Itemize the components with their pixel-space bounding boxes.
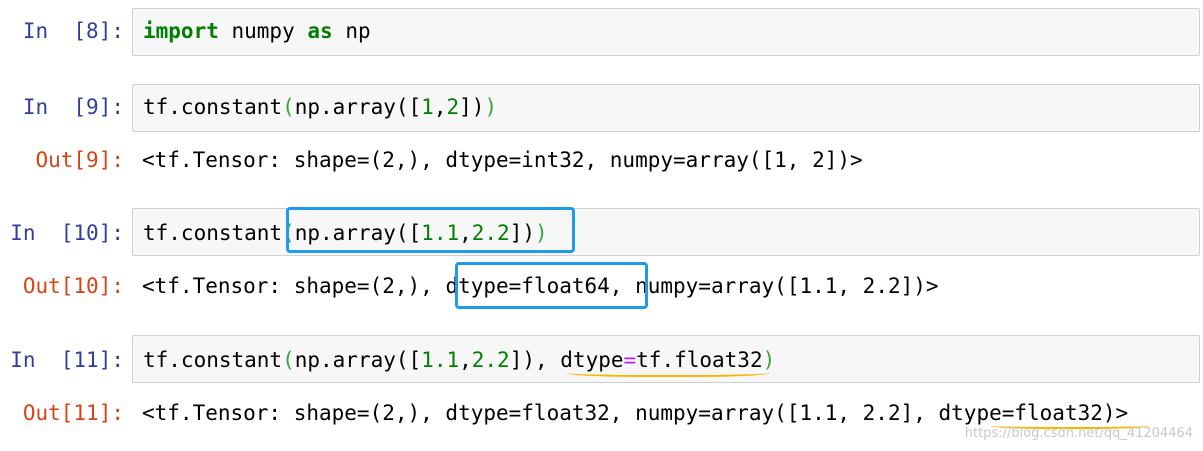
highlight-box-output [455,262,648,309]
code-line: tf.constant(np.array([1,2])) [143,95,497,119]
cell-output: <tf.Tensor: shape=(2,), dtype=int32, num… [142,148,863,172]
notebook-cell-10: In [10]: tf.constant(np.array([1.1,2.2])… [0,206,1203,316]
number: 2.2 [471,348,510,372]
paren: ( [282,348,295,372]
output-prompt: Out[9]: [35,148,124,172]
keyword-import: import [143,19,219,43]
code-text: , [459,348,472,372]
number: 1 [421,95,434,119]
code-text: ]) [459,95,485,119]
watermark: https://blog.csdn.net/qq_41204464 [964,426,1193,441]
code-text: np.array([ [294,348,422,372]
output-prompt: Out[11]: [22,401,124,425]
number: 2 [446,95,460,119]
underline-annotation [566,367,770,377]
keyword-as: as [307,19,333,43]
input-prompt: In [11]: [10,348,124,372]
code-text: tf.constant [143,95,283,119]
highlight-box-input [286,207,575,253]
code-line: import numpy as np [143,19,371,43]
code-input-area[interactable]: import numpy as np [132,8,1200,56]
code-text: numpy [218,19,308,43]
code-text: np [332,19,371,43]
code-text: , [433,95,447,119]
cell-output: <tf.Tensor: shape=(2,), dtype=float32, n… [142,401,1129,425]
input-prompt: In [10]: [10,221,124,245]
code-text: tf.constant [143,348,283,372]
code-text: tf.constant [143,221,283,245]
output-text: numpy=array([1.1, 2.2])> [622,274,939,298]
output-prompt: Out[10]: [22,274,124,298]
paren: ) [484,95,498,119]
notebook-cell-9: In [9]: tf.constant(np.array([1,2])) Out… [0,82,1203,192]
code-text: ]), [509,348,561,372]
input-prompt: In [8]: [22,19,124,43]
number: 1.1 [421,348,460,372]
paren: ( [282,95,295,119]
code-input-area[interactable]: tf.constant(np.array([1,2])) [132,84,1200,132]
notebook-cell-8: In [8]: import numpy as np [0,6,1203,66]
output-text: <tf.Tensor: shape=(2,), [142,274,446,298]
code-text: np.array([ [294,95,422,119]
input-prompt: In [9]: [22,95,124,119]
